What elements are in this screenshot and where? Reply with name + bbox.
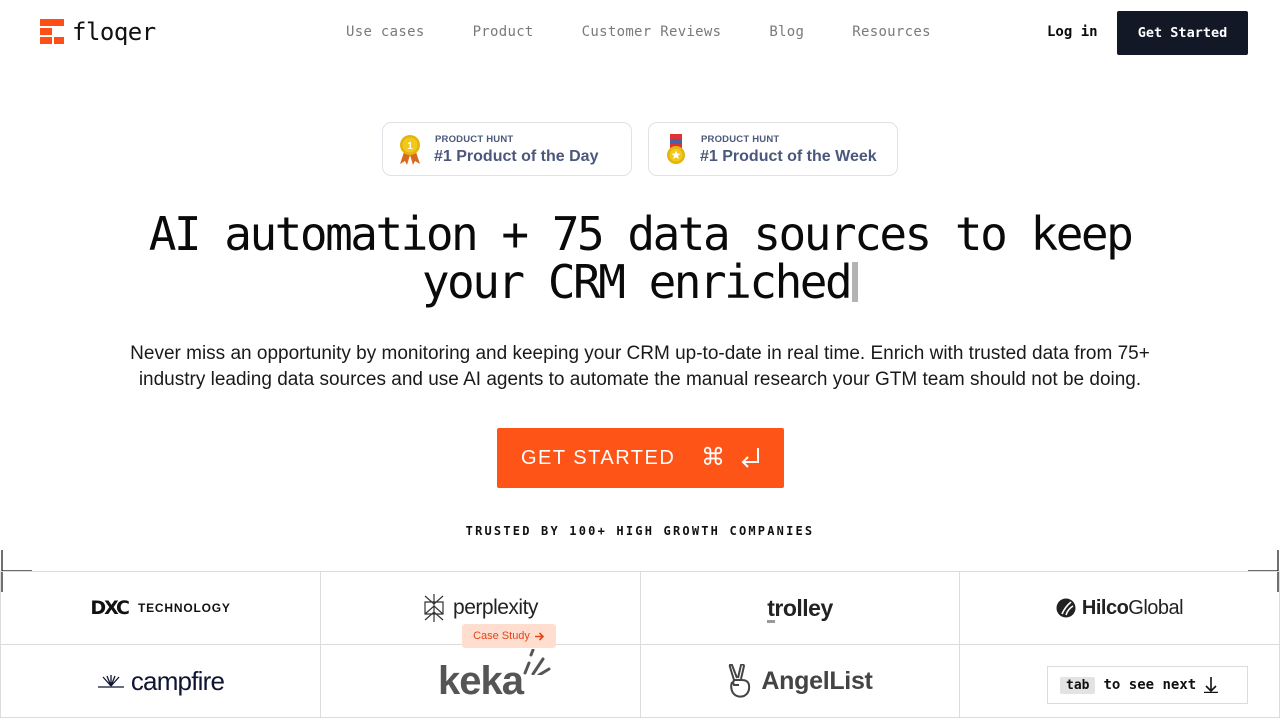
tab-hint-text: to see next (1103, 677, 1197, 693)
keka-wordmark: keka (438, 648, 551, 704)
case-study-tag[interactable]: Case Study (462, 624, 556, 648)
main-nav: Use cases Product Customer Reviews Blog … (346, 24, 931, 40)
return-key-icon (741, 448, 759, 468)
site-header: floqer Use cases Product Customer Review… (0, 0, 1280, 66)
keka-rays-icon (523, 648, 551, 675)
perplexity-wordmark: perplexity (453, 596, 538, 619)
angellist-wordmark: AngelList (761, 666, 873, 695)
hilco-wordmark: HilcoGlobal (1081, 596, 1184, 619)
badge-kicker: PRODUCT HUNT (701, 134, 780, 145)
hero-subtitle-line-2: industry leading data sources and use AI… (138, 369, 1142, 390)
logo-angellist: AngelList (641, 645, 960, 718)
hero-get-started-button[interactable]: GET STARTED ⌘ (497, 428, 784, 488)
cta-label: GET STARTED (521, 446, 676, 469)
badge-title: #1 Product of the Week (700, 148, 877, 165)
dxc-mark: DXC (90, 597, 130, 619)
floqer-logo-mark-icon (40, 19, 64, 45)
tab-key: tab (1060, 676, 1096, 694)
hero-headline-line-2: your CRM enriched (421, 255, 853, 309)
perplexity-icon (424, 594, 444, 622)
logo-trolley: trolley (641, 572, 960, 645)
case-study-label: Case Study (473, 630, 530, 642)
typing-caret (852, 262, 859, 302)
campfire-wordmark: campfire (130, 665, 225, 696)
logo-dxc: DXC TECHNOLOGY (0, 572, 321, 645)
svg-text:1: 1 (407, 141, 413, 152)
logo-keka: keka (321, 645, 641, 718)
floqer-logo[interactable]: floqer (40, 19, 156, 45)
badge-title: #1 Product of the Day (434, 148, 599, 165)
hero-headline: AI automation + 75 data sources to keep … (0, 210, 1280, 306)
trusted-by-label: TRUSTED BY 100+ HIGH GROWTH COMPANIES (465, 524, 815, 538)
medal-ribbon-icon (667, 134, 685, 164)
logo-campfire: campfire (0, 645, 321, 718)
campfire-icon (97, 675, 124, 688)
product-of-day-badge[interactable]: 1 PRODUCT HUNT #1 Product of the Day (382, 122, 632, 176)
header-get-started-button[interactable]: Get Started (1117, 11, 1248, 55)
hero-subtitle: Never miss an opportunity by monitoring … (60, 341, 1220, 393)
logo-wordmark: floqer (72, 18, 156, 46)
login-link[interactable]: Log in (1047, 24, 1098, 40)
nav-customer-reviews[interactable]: Customer Reviews (582, 24, 722, 40)
hero-subtitle-line-1: Never miss an opportunity by monitoring … (130, 343, 1150, 364)
angellist-hand-icon (729, 664, 751, 698)
arrow-right-icon (534, 631, 545, 641)
dxc-text: TECHNOLOGY (138, 601, 231, 615)
command-key-icon: ⌘ (701, 444, 725, 471)
nav-use-cases[interactable]: Use cases (346, 24, 425, 40)
product-hunt-badges: 1 PRODUCT HUNT #1 Product of the Day PRO… (382, 122, 898, 176)
trolley-wordmark: trolley (767, 594, 833, 623)
logo-hilco: HilcoGlobal (960, 572, 1280, 645)
tab-navigation-hint: tab to see next (1047, 666, 1248, 704)
medal-gold-icon: 1 (400, 135, 420, 165)
nav-product[interactable]: Product (473, 24, 534, 40)
product-of-week-badge[interactable]: PRODUCT HUNT #1 Product of the Week (648, 122, 898, 176)
hero-headline-line-1: AI automation + 75 data sources to keep (148, 207, 1134, 261)
badge-kicker: PRODUCT HUNT (435, 134, 514, 145)
nav-resources[interactable]: Resources (852, 24, 931, 40)
nav-blog[interactable]: Blog (769, 24, 804, 40)
hilco-icon (1056, 598, 1076, 618)
arrow-down-icon (1204, 677, 1219, 693)
